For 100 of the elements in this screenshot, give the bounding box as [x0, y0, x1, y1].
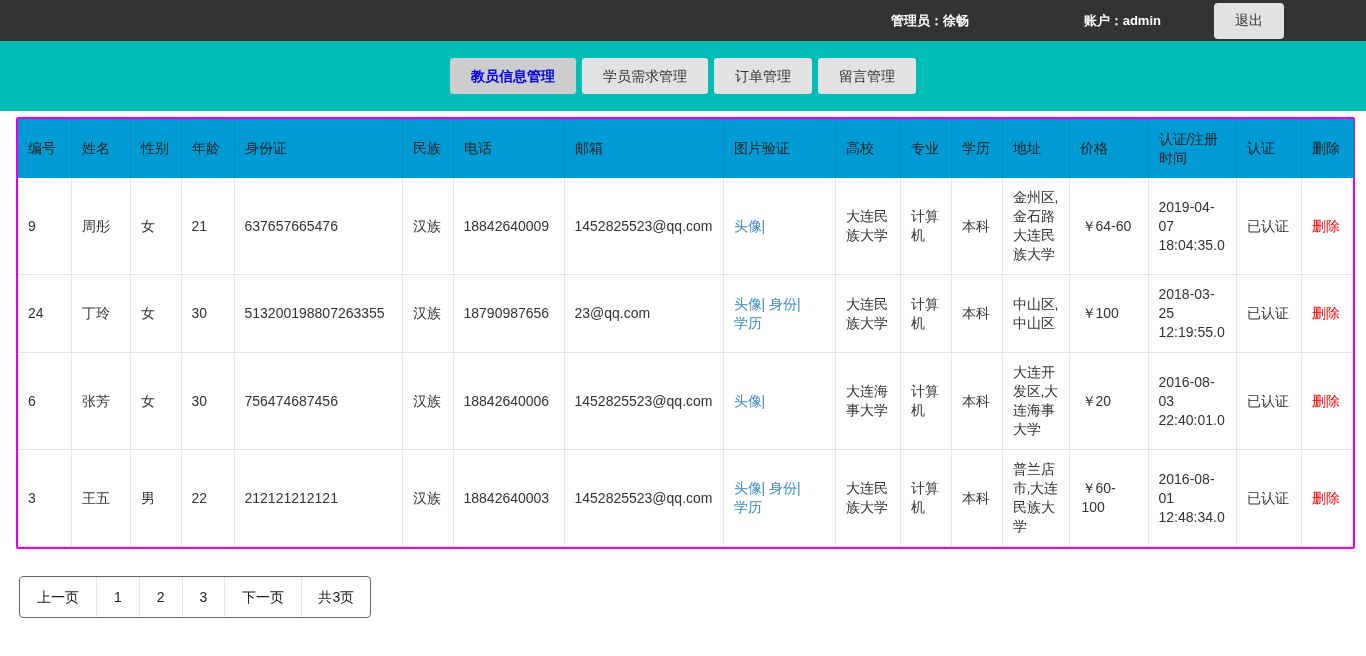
column-header: 地址 — [1002, 119, 1069, 178]
table-cell: 大连民族大学 — [835, 274, 900, 353]
photo-link[interactable]: 学历 — [733, 499, 762, 515]
table-cell: 计算机 — [900, 449, 951, 547]
table-cell: 已认证 — [1236, 449, 1301, 547]
nav-tab[interactable]: 教员信息管理 — [450, 58, 576, 94]
table-cell: 汉族 — [402, 352, 453, 450]
photo-link[interactable]: 头像| — [733, 217, 766, 234]
admin-name: 管理员：徐畅 — [890, 11, 969, 30]
column-header: 专业 — [900, 119, 951, 178]
table-cell: 汉族 — [402, 274, 453, 353]
table-cell: 2016-08-03 22:40:01.0 — [1148, 352, 1236, 450]
table-cell: 212121212121 — [234, 449, 402, 547]
table-cell: 金州区,金石路大连民族大学 — [1002, 178, 1069, 275]
table-cell: 周彤 — [71, 178, 130, 275]
column-header: 认证 — [1236, 119, 1301, 178]
table-cell: 9 — [18, 178, 71, 275]
table-cell: 513200198807263355 — [234, 274, 402, 353]
table-cell: 大连海事大学 — [835, 352, 900, 450]
page-link[interactable]: 上一页 — [20, 577, 96, 617]
table-cell: 本科 — [951, 178, 1002, 275]
table-cell: 本科 — [951, 449, 1002, 547]
page-link[interactable]: 2 — [138, 577, 182, 617]
table-cell: 637657665476 — [234, 178, 402, 275]
table-cell: 汉族 — [402, 178, 453, 275]
table-cell: 女 — [130, 352, 181, 450]
photo-link[interactable]: 头像| — [733, 480, 766, 496]
photo-link[interactable]: 学历 — [733, 314, 762, 331]
column-header: 高校 — [835, 119, 900, 178]
table-cell: 已认证 — [1236, 352, 1301, 450]
nav-tab[interactable]: 订单管理 — [714, 58, 812, 94]
table-cell: 本科 — [951, 352, 1002, 450]
table-cell: 已认证 — [1236, 178, 1301, 275]
table-cell: 本科 — [951, 274, 1002, 353]
delete-link[interactable]: 删除 — [1311, 305, 1340, 321]
photo-link[interactable]: 身份| — [769, 480, 801, 496]
column-header: 性别 — [130, 119, 181, 178]
table-cell: 女 — [130, 178, 181, 275]
table-cell: ￥60-100 — [1069, 449, 1148, 547]
column-header: 价格 — [1069, 119, 1148, 178]
table-cell: 普兰店市,大连民族大学 — [1002, 449, 1069, 547]
photo-link[interactable]: 身份| — [769, 295, 801, 312]
table-cell: 18842640009 — [453, 178, 564, 275]
column-header: 姓名 — [71, 119, 130, 178]
nav-tab[interactable]: 学员需求管理 — [582, 58, 708, 94]
table-cell: 王五 — [71, 449, 130, 547]
table-cell: 24 — [18, 274, 71, 353]
table-cell: 张芳 — [71, 352, 130, 450]
delete-link[interactable]: 删除 — [1311, 217, 1340, 234]
table-cell: 22 — [181, 449, 234, 547]
column-header: 身份证 — [234, 119, 402, 178]
column-header: 民族 — [402, 119, 453, 178]
table-cell: 计算机 — [900, 274, 951, 353]
table-cell: 已认证 — [1236, 274, 1301, 353]
table-cell: 18842640006 — [453, 352, 564, 450]
page-link[interactable]: 下一页 — [224, 577, 302, 617]
table-cell: 大连民族大学 — [835, 449, 900, 547]
table-cell: 2016-08-01 12:48:34.0 — [1148, 449, 1236, 547]
delete-link[interactable]: 删除 — [1311, 489, 1340, 506]
table-cell: 30 — [181, 274, 234, 353]
table-cell: 1452825523@qq.com — [564, 352, 723, 450]
table-cell: 6 — [18, 352, 71, 450]
table-cell: 23@qq.com — [564, 274, 723, 353]
column-header: 学历 — [951, 119, 1002, 178]
table-cell: 大连开发区,大连海事大学 — [1002, 352, 1069, 450]
table-cell: 2019-04-07 18:04:35.0 — [1148, 178, 1236, 275]
column-header: 邮箱 — [564, 119, 723, 178]
table-cell: 汉族 — [402, 449, 453, 547]
page-link[interactable]: 3 — [181, 577, 225, 617]
page-link[interactable]: 1 — [96, 577, 139, 617]
table-cell: 1452825523@qq.com — [564, 449, 723, 547]
table-cell: 女 — [130, 274, 181, 353]
delete-link[interactable]: 删除 — [1311, 392, 1340, 409]
table-cell: 1452825523@qq.com — [564, 178, 723, 275]
table-cell: ￥64-60 — [1069, 178, 1148, 275]
table-cell: 计算机 — [900, 178, 951, 275]
column-header: 年龄 — [181, 119, 234, 178]
nav-tab[interactable]: 留言管理 — [818, 58, 916, 94]
table-cell: 756474687456 — [234, 352, 402, 450]
table-cell: 男 — [130, 449, 181, 547]
column-header: 编号 — [18, 119, 71, 178]
logout-button[interactable]: 退出 — [1214, 2, 1284, 39]
table-cell: 中山区,中山区 — [1002, 274, 1069, 353]
table-cell: 18842640003 — [453, 449, 564, 547]
photo-link[interactable]: 头像| — [733, 295, 766, 312]
column-header: 认证/注册时间 — [1148, 119, 1236, 178]
table-cell: ￥20 — [1069, 352, 1148, 450]
column-header: 删除 — [1301, 119, 1353, 178]
table-cell: 计算机 — [900, 352, 951, 450]
table-cell: ￥100 — [1069, 274, 1148, 353]
table-cell: 3 — [18, 449, 71, 547]
table-cell: 30 — [181, 352, 234, 450]
table-cell: 18790987656 — [453, 274, 564, 353]
photo-link[interactable]: 头像| — [733, 392, 766, 409]
page-count: 共3页 — [301, 577, 371, 617]
account-name: 账户：admin — [1083, 11, 1161, 30]
column-header: 图片验证 — [723, 119, 835, 178]
table-cell: 大连民族大学 — [835, 178, 900, 275]
table-cell: 丁玲 — [71, 274, 130, 353]
table-cell: 2018-03-25 12:19:55.0 — [1148, 274, 1236, 353]
